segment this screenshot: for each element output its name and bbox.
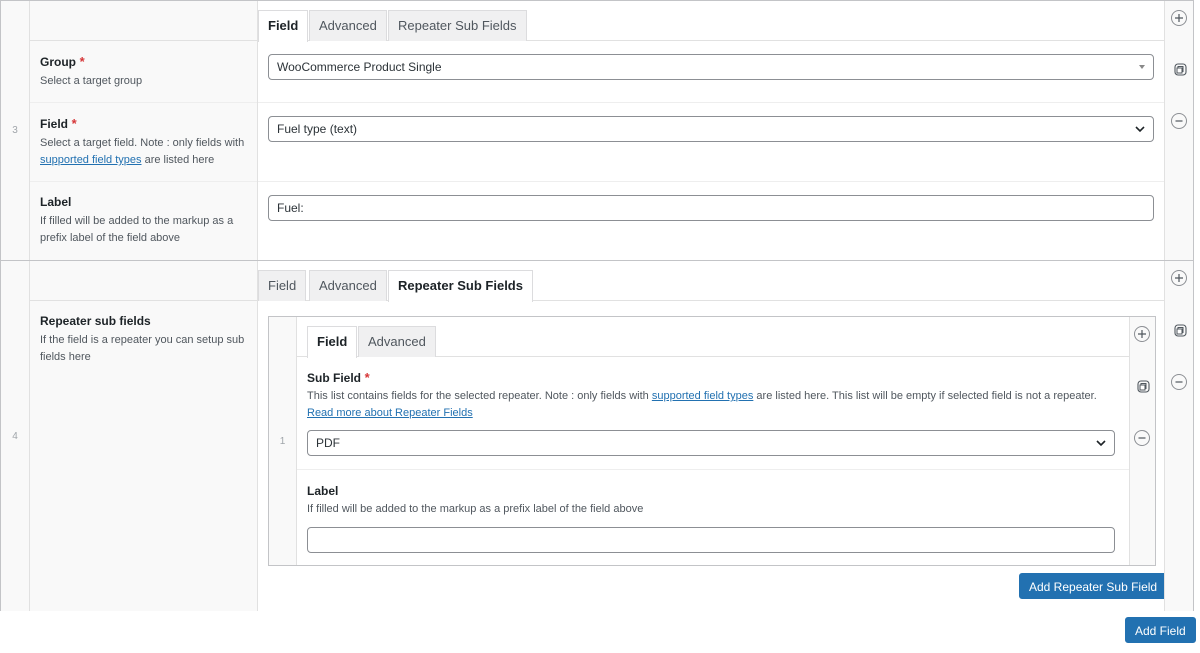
tab-advanced[interactable]: Advanced <box>309 270 387 301</box>
add-repeater-sub-field-button[interactable]: Add Repeater Sub Field <box>1019 573 1168 599</box>
add-row-button[interactable] <box>1171 10 1187 26</box>
field-select[interactable]: Fuel type (text) <box>268 116 1154 142</box>
sub-field-title: Sub Field <box>307 371 361 385</box>
field-desc-prefix: Select a target field. Note : only field… <box>40 137 245 149</box>
label-input-cell: Fuel: <box>258 182 1164 260</box>
minus-circle-icon <box>1138 437 1146 439</box>
minus-circle-icon <box>1175 120 1183 122</box>
sub-label-input[interactable] <box>307 527 1115 553</box>
sub-field-select-value: PDF <box>316 436 340 450</box>
duplicate-icon <box>1173 62 1187 76</box>
row-content-column: Field Advanced Repeater Sub Fields WooCo… <box>258 1 1164 260</box>
label-description: If filled will be added to the markup as… <box>40 215 234 244</box>
row-order-number[interactable]: 4 <box>1 261 30 611</box>
row-actions-column <box>1164 1 1193 260</box>
sub-label-title: Label <box>307 484 339 498</box>
minus-circle-icon <box>1175 381 1183 383</box>
tab-repeater-sub-fields[interactable]: Repeater Sub Fields <box>388 10 527 41</box>
plus-circle-icon <box>1138 330 1146 338</box>
duplicate-icon <box>1173 323 1187 337</box>
row-order-number[interactable]: 3 <box>1 1 30 260</box>
field-label-cell: Field * Select a target field. Note : on… <box>30 103 257 182</box>
group-select-value: WooCommerce Product Single <box>277 60 442 74</box>
repeater-title: Repeater sub fields <box>40 314 151 328</box>
field-desc-suffix: are listed here <box>144 154 215 166</box>
sub-field-description: This list contains fields for the select… <box>307 388 1119 405</box>
row-tabs: Field Advanced Repeater Sub Fields <box>258 261 1164 302</box>
tab-advanced[interactable]: Advanced <box>309 10 387 41</box>
group-title: Group <box>40 55 76 69</box>
sub-tab-advanced[interactable]: Advanced <box>358 326 436 357</box>
sub-fields-table: 1 Field Advanced Sub Field * This list c… <box>268 316 1156 566</box>
sub-row-order-number[interactable]: 1 <box>269 317 297 565</box>
supported-field-types-link[interactable]: supported field types <box>40 154 142 166</box>
field-row: 4 Repeater sub fields If the field is a … <box>1 260 1193 611</box>
group-description: Select a target group <box>40 75 143 87</box>
tab-field[interactable]: Field <box>258 270 307 301</box>
sub-label-block: Label If filled will be added to the mar… <box>297 470 1129 567</box>
add-row-button[interactable] <box>1171 270 1187 286</box>
supported-field-types-link[interactable]: supported field types <box>652 390 754 402</box>
sub-row-content: Field Advanced Sub Field * This list con… <box>297 317 1129 565</box>
group-label-cell: Group * Select a target group <box>30 41 257 103</box>
tab-field[interactable]: Field <box>258 10 309 42</box>
field-description: Select a target field. Note : only field… <box>40 135 247 169</box>
sub-label-description: If filled will be added to the markup as… <box>307 503 644 515</box>
fields-repeater-table: 3 Group * Select a target group Field * … <box>0 0 1194 611</box>
remove-row-button[interactable] <box>1171 374 1187 390</box>
row-label-column: Group * Select a target group Field * Se… <box>30 1 258 260</box>
row-actions-column <box>1164 261 1193 611</box>
label-label-cell: Label If filled will be added to the mar… <box>30 182 257 260</box>
remove-sub-row-button[interactable] <box>1134 430 1150 446</box>
field-title: Field <box>40 117 69 131</box>
read-more-repeater-link[interactable]: Read more about Repeater Fields <box>307 407 473 419</box>
caret-down-icon <box>1139 65 1145 69</box>
group-input-cell: WooCommerce Product Single <box>258 41 1164 103</box>
repeater-description: If the field is a repeater you can setup… <box>40 334 245 363</box>
tab-repeater-sub-fields[interactable]: Repeater Sub Fields <box>388 270 533 302</box>
required-mark: * <box>71 116 77 131</box>
sub-field-block: Sub Field * This list contains fields fo… <box>297 357 1129 470</box>
plus-circle-icon <box>1175 274 1183 282</box>
duplicate-icon <box>1136 379 1150 393</box>
sub-field-desc-suffix: are listed here. This list will be empty… <box>756 390 1097 402</box>
add-sub-row-button[interactable] <box>1134 326 1150 342</box>
label-input[interactable]: Fuel: <box>268 195 1154 221</box>
chevron-down-icon <box>1096 440 1106 447</box>
duplicate-row-button[interactable] <box>1172 61 1188 77</box>
row-content-column: Field Advanced Repeater Sub Fields 1 Fie… <box>258 261 1168 611</box>
required-mark: * <box>79 54 85 69</box>
chevron-down-icon <box>1135 126 1145 133</box>
label-title: Label <box>40 195 72 209</box>
sub-row-tabs: Field Advanced <box>297 317 1129 358</box>
plus-circle-icon <box>1175 14 1183 22</box>
field-input-cell: Fuel type (text) <box>258 103 1164 182</box>
add-field-button[interactable]: Add Field <box>1125 617 1196 643</box>
sub-tab-field[interactable]: Field <box>307 326 358 358</box>
row-tabs: Field Advanced Repeater Sub Fields <box>258 1 1164 42</box>
duplicate-sub-row-button[interactable] <box>1135 378 1151 394</box>
field-select-value: Fuel type (text) <box>277 122 358 136</box>
repeater-label-cell: Repeater sub fields If the field is a re… <box>30 301 257 612</box>
row-label-column: Repeater sub fields If the field is a re… <box>30 261 258 611</box>
tabs-spacer <box>30 261 257 301</box>
sub-field-desc-prefix: This list contains fields for the select… <box>307 390 649 402</box>
required-mark: * <box>364 370 370 385</box>
group-select[interactable]: WooCommerce Product Single <box>268 54 1154 80</box>
field-row: 3 Group * Select a target group Field * … <box>1 1 1193 260</box>
remove-row-button[interactable] <box>1171 113 1187 129</box>
tabs-spacer <box>30 1 257 41</box>
duplicate-row-button[interactable] <box>1172 322 1188 338</box>
sub-field-select[interactable]: PDF <box>307 430 1115 456</box>
sub-row-actions <box>1129 317 1155 565</box>
